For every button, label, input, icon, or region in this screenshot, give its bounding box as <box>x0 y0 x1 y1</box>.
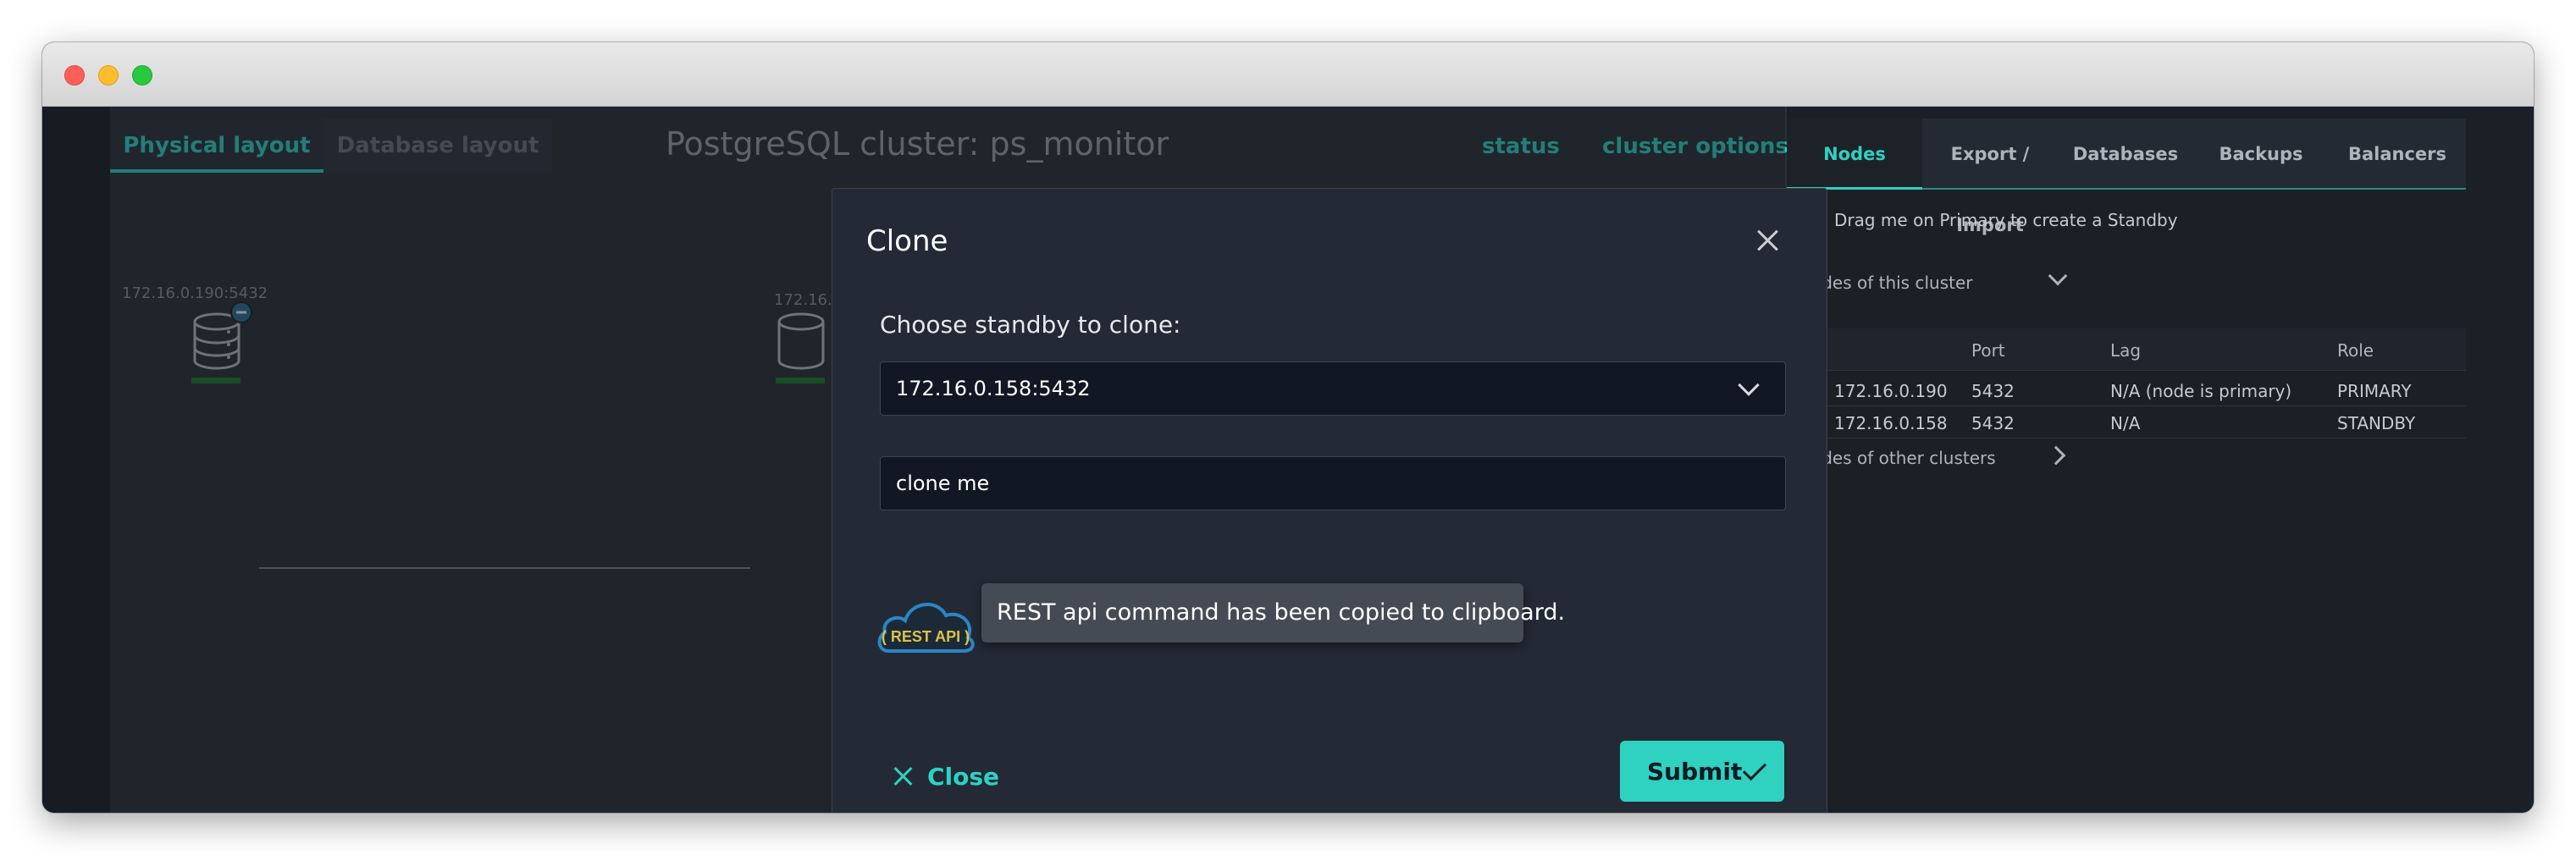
close-window-button[interactable] <box>64 65 85 86</box>
col-lag: Lag <box>2110 340 2142 361</box>
right-panel-tabs: Nodes Export / Import Databases Backups … <box>1787 119 2466 235</box>
tab-balancers[interactable]: Balancers <box>2329 119 2466 190</box>
standby-select[interactable]: 172.16.0.158:5432 <box>880 361 1786 416</box>
cell-ip: 172.16.0.190 <box>1834 381 1948 401</box>
table-row[interactable]: 172.16.0.158 5432 N/A STANDBY <box>1787 406 2466 439</box>
submit-button[interactable]: Submit <box>1620 741 1784 802</box>
cell-port: 5432 <box>1971 413 2015 433</box>
clipboard-tooltip: REST api command has been copied to clip… <box>981 583 1565 643</box>
check-icon <box>1742 756 1767 781</box>
close-button-label: Close <box>927 763 1000 791</box>
clone-name-input[interactable] <box>880 456 1786 510</box>
title-bar <box>42 42 2534 107</box>
cell-lag: N/A <box>2110 413 2141 433</box>
right-panel: Nodes Export / Import Databases Backups … <box>1787 107 2466 813</box>
rest-api-icon[interactable]: ( REST API ) <box>876 587 978 656</box>
nodes-table-header: IP Port Lag Role <box>1787 328 2466 371</box>
close-icon <box>893 766 914 786</box>
app-content: Physical layout Database layout PostgreS… <box>42 107 2534 813</box>
tab-backups[interactable]: Backups <box>2193 119 2329 190</box>
standby-select-value: 172.16.0.158:5432 <box>896 377 1091 400</box>
chevron-right-icon[interactable] <box>2046 445 2066 466</box>
cell-role: STANDBY <box>2337 413 2416 433</box>
cell-lag: N/A (node is primary) <box>2110 381 2292 401</box>
tab-export-import[interactable]: Export / Import <box>1922 119 2058 235</box>
tab-databases[interactable]: Databases <box>2058 119 2193 190</box>
drag-hint: Drag me on Primary to create a Standby <box>1834 210 2178 230</box>
other-clusters-label[interactable]: Nodes of other clusters <box>1799 448 1996 468</box>
choose-standby-label: Choose standby to clone: <box>880 311 1181 339</box>
cell-role: PRIMARY <box>2337 381 2412 401</box>
submit-button-label: Submit <box>1647 758 1743 786</box>
clone-dialog: Clone Choose standby to clone: 172.16.0.… <box>832 188 1827 813</box>
col-role: Role <box>2337 340 2374 361</box>
tab-nodes[interactable]: Nodes <box>1787 119 1922 190</box>
table-row[interactable]: 172.16.0.190 5432 N/A (node is primary) … <box>1787 374 2466 406</box>
app-window: Physical layout Database layout PostgreS… <box>42 42 2534 813</box>
rest-api-badge-text: ( REST API ) <box>882 628 970 645</box>
cell-port: 5432 <box>1971 381 2015 401</box>
col-port: Port <box>1971 340 2005 361</box>
dialog-title: Clone <box>866 224 948 258</box>
tooltip-text: REST api command has been copied to clip… <box>997 599 1566 626</box>
chevron-down-icon[interactable] <box>2048 266 2068 286</box>
minimize-window-button[interactable] <box>98 65 119 86</box>
cell-ip: 172.16.0.158 <box>1834 413 1948 433</box>
zoom-window-button[interactable] <box>132 65 152 86</box>
close-icon[interactable] <box>1755 228 1781 253</box>
chevron-down-icon <box>1738 374 1760 396</box>
